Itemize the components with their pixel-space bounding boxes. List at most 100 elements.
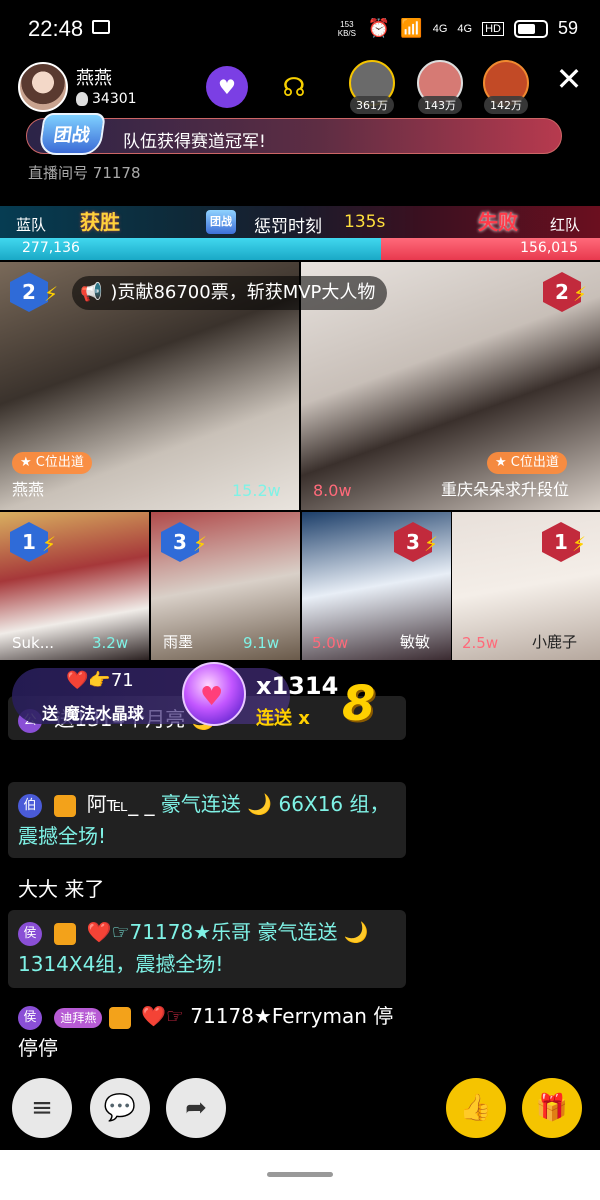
tile-name: Suk...	[12, 634, 55, 652]
like-button[interactable]: 👍	[446, 1078, 506, 1138]
room-id-label: 直播间号	[28, 164, 89, 182]
tile-score: 9.1w	[243, 634, 280, 652]
top-viewer-1[interactable]: 361万	[344, 60, 400, 116]
gift-count: 1314X4组，震撼全场!	[18, 952, 224, 976]
video-tile-small-2[interactable]: 3 ⚡ 雨墨 9.1w	[151, 512, 300, 660]
gift-count: 66X16	[278, 792, 344, 816]
combo-x-text: x	[298, 708, 310, 729]
pk-timer: 135s	[344, 212, 386, 232]
level-badge: 伯	[18, 793, 42, 818]
tile-name: 小鹿子	[532, 633, 578, 651]
home-handle[interactable]	[267, 1172, 333, 1177]
video-grid: 2 ⚡ ★ C位出道 燕燕 15.2w 2 ⚡ ★ C位出道 8.0w 重庆朵朵…	[0, 262, 600, 662]
gift-button[interactable]: 🎁	[522, 1078, 582, 1138]
bolt-icon: ⚡	[44, 282, 59, 306]
chat-message: 侯 ❤️☞71178★乐哥 豪气连送 🌙 1314X4组，震撼全场!	[8, 910, 406, 988]
status-bar: 22:48 153 KB/S ⏰ 📶 4G 4G HD 59	[0, 0, 600, 58]
c-position-badge: ★ C位出道	[487, 452, 567, 474]
hd-icon: HD	[482, 21, 504, 36]
red-progress: 156,015	[381, 238, 600, 260]
close-button[interactable]: ✕	[552, 62, 586, 96]
mvp-text: )贡献86700票，斩获MVP大人物	[110, 282, 376, 303]
chat-text: 大大 来了	[18, 877, 105, 901]
tile-score: 2.5w	[462, 634, 499, 652]
team-battle-small-badge: 团战	[206, 210, 236, 234]
system-nav-bar	[0, 1150, 600, 1200]
moon-icon: 🌙	[247, 792, 273, 816]
megaphone-icon: 📢	[80, 282, 103, 303]
chat-bubble-icon: 💬	[103, 1093, 137, 1123]
c-position-text: C位出道	[510, 455, 559, 470]
level-badge: 侯	[18, 1005, 42, 1030]
chat-action: 豪气连送	[257, 920, 338, 944]
menu-button[interactable]: ≡	[12, 1078, 72, 1138]
vip-icon	[54, 794, 77, 817]
combo-lian-text: 连送	[256, 708, 292, 729]
star-icon: ★	[20, 455, 32, 470]
chat-message: 大大 来了	[8, 866, 114, 912]
host-avatar[interactable]	[18, 62, 68, 112]
combo-label: 连送 x	[256, 704, 310, 730]
bolt-icon: ⚡	[573, 282, 588, 306]
net-speed-unit: KB/S	[337, 28, 356, 38]
tile-score: 3.2w	[92, 634, 129, 652]
signal-icon-2: 4G	[457, 22, 473, 35]
heart-wings-icon: ♥	[218, 75, 236, 99]
status-time: 22:48	[28, 16, 84, 41]
video-tile-small-1[interactable]: 1 ⚡ Suk... 3.2w	[0, 512, 149, 660]
video-tile-small-4[interactable]: 1 ⚡ 2.5w 小鹿子	[452, 512, 600, 660]
battery-icon	[513, 19, 548, 38]
room-id-value: 71178	[92, 164, 141, 182]
share-icon: ➦	[185, 1093, 207, 1123]
gift-icon: 🎁	[535, 1093, 569, 1123]
net-speed-value: 153	[340, 19, 354, 29]
chat-user-prefix: ❤️☞	[141, 1004, 184, 1028]
vip-icon	[54, 922, 77, 945]
video-tile-small-3[interactable]: 3 ⚡ 5.0w 敏敏	[302, 512, 451, 660]
people-icon: ☊	[282, 73, 306, 103]
tile-score: 15.2w	[232, 481, 281, 500]
pk-bar: 蓝队 获胜 团战 惩罚时刻 135s 失败 红队 277,136 156,015	[0, 206, 600, 262]
host-fans-count: 34301	[92, 91, 137, 107]
team-battle-badge: 团战	[38, 113, 106, 155]
blue-team-label: 蓝队	[16, 216, 47, 234]
comment-button[interactable]: 💬	[90, 1078, 150, 1138]
c-position-text: C位出道	[35, 455, 84, 470]
tile-name: 燕燕	[12, 480, 45, 499]
net-speed: 153 KB/S	[336, 20, 358, 38]
combo-count: x1314	[256, 672, 339, 700]
combo-number: 8	[342, 676, 376, 732]
top-viewer-3[interactable]: 142万	[478, 60, 534, 116]
star-icon: ★	[495, 455, 507, 470]
viewer-amount: 143万	[418, 96, 462, 114]
host-name[interactable]: 燕燕	[76, 64, 112, 90]
follow-button[interactable]: ♥	[206, 66, 248, 108]
share-button[interactable]: ➦	[166, 1078, 226, 1138]
vip-icon	[108, 1006, 131, 1029]
c-position-badge: ★ C位出道	[12, 452, 92, 474]
signal-icon: 4G	[432, 22, 448, 35]
moon-icon: 🌙	[343, 920, 369, 944]
team-battle-banner[interactable]: 团战 队伍获得赛道冠军!	[26, 113, 562, 155]
banner-text: 队伍获得赛道冠军!	[123, 132, 266, 152]
link-mic-button[interactable]: ☊	[274, 68, 314, 108]
host-fans: 34301	[76, 91, 137, 107]
chat-user: 阿℡_ _	[86, 792, 155, 816]
tile-score: 8.0w	[313, 481, 352, 500]
win-label: 获胜	[80, 210, 120, 234]
thumbs-up-icon: 👍	[459, 1093, 493, 1123]
bolt-icon: ⚡	[193, 532, 208, 556]
lose-label: 失败	[478, 210, 518, 234]
red-team-label: 红队	[549, 216, 580, 234]
bolt-icon: ⚡	[42, 532, 57, 556]
tile-name: 雨墨	[163, 633, 194, 651]
chat-message: 侯 迪拜燕 ❤️☞ 71178★Ferryman 停停停	[8, 994, 408, 1070]
room-id: 直播间号 71178	[28, 162, 141, 183]
mvp-announcement: 📢 )贡献86700票，斩获MVP大人物	[72, 276, 388, 310]
top-viewer-2[interactable]: 143万	[412, 60, 468, 116]
chat-user: ❤️☞71178★乐哥	[86, 920, 252, 944]
battery-level: 59	[557, 18, 578, 38]
bottom-toolbar: ≡ 💬 ➦ 👍 🎁	[0, 1074, 600, 1140]
pk-phase: 惩罚时刻	[254, 217, 322, 237]
gift-combo: ❤️👉71 送 魔法水晶球 ♥ x1314 连送 x 8	[12, 662, 392, 732]
